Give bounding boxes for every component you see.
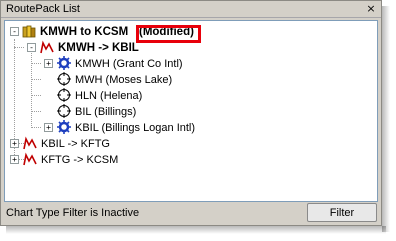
expand-expander[interactable]: + bbox=[44, 59, 53, 68]
tree-line bbox=[31, 111, 41, 112]
modified-highlight bbox=[136, 25, 201, 43]
expand-expander[interactable]: + bbox=[10, 155, 19, 164]
waypoint-label: KMWH (Grant Co Intl) bbox=[75, 58, 183, 70]
vor-crosshair-icon bbox=[57, 72, 71, 86]
route-icon bbox=[23, 136, 37, 150]
route-icon bbox=[23, 152, 37, 166]
root-label: KMWH to KCSM bbox=[40, 26, 129, 38]
tree-line bbox=[31, 63, 41, 64]
window-title: RoutePack List bbox=[6, 3, 80, 15]
close-icon[interactable]: × bbox=[365, 3, 377, 15]
collapse-expander[interactable]: - bbox=[10, 27, 19, 36]
waypoint-label: MWH (Moses Lake) bbox=[75, 74, 173, 86]
tree-line bbox=[31, 127, 41, 128]
waypoint-label: KBIL (Billings Logan Intl) bbox=[75, 122, 196, 134]
route-label: KFTG -> KCSM bbox=[41, 154, 119, 166]
route-icon bbox=[40, 40, 54, 54]
vor-crosshair-icon bbox=[57, 88, 71, 102]
airport-gear-icon bbox=[57, 56, 71, 70]
filter-status-text: Chart Type Filter is Inactive bbox=[6, 207, 140, 219]
airport-gear-icon bbox=[57, 120, 71, 134]
filter-button[interactable]: Filter bbox=[307, 203, 377, 222]
collapse-expander[interactable]: - bbox=[27, 43, 36, 52]
routepack-list-window: RoutePack List × - KMWH to KCSM (Modifie bbox=[0, 0, 382, 226]
routepack-folder-icon bbox=[22, 24, 36, 38]
tree-line bbox=[14, 47, 24, 48]
route-label: KMWH -> KBIL bbox=[58, 42, 139, 54]
expand-expander[interactable]: + bbox=[44, 123, 53, 132]
routepack-tree[interactable]: - KMWH to KCSM (Modified) - KMWH -> KBIL bbox=[4, 20, 378, 202]
waypoint-label: HLN (Helena) bbox=[75, 90, 143, 102]
vor-crosshair-icon bbox=[57, 104, 71, 118]
tree-line bbox=[31, 95, 41, 96]
waypoint-label: BIL (Billings) bbox=[75, 106, 137, 118]
tree-line bbox=[31, 79, 41, 80]
route-label: KBIL -> KFTG bbox=[41, 138, 110, 150]
title-bar[interactable]: RoutePack List × bbox=[1, 1, 381, 18]
expand-expander[interactable]: + bbox=[10, 139, 19, 148]
